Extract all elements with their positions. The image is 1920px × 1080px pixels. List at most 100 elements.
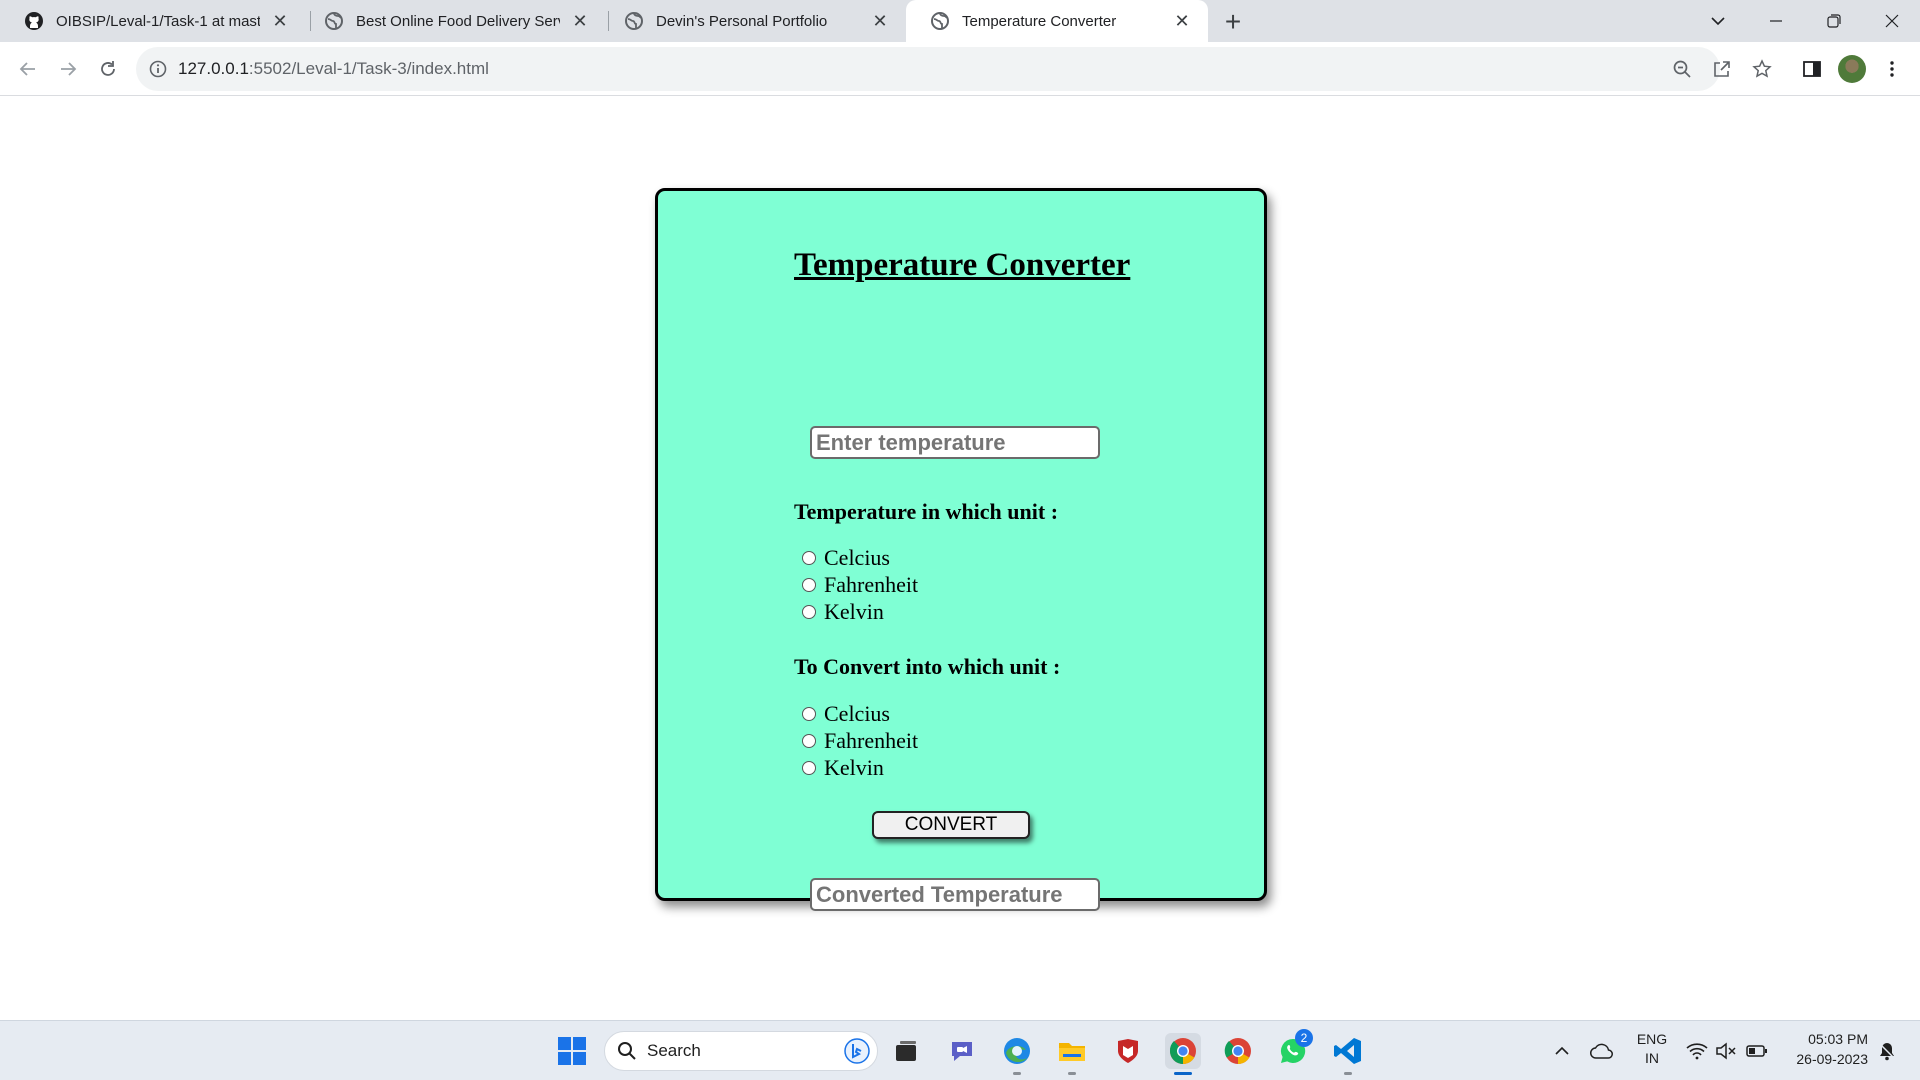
from-unit-option[interactable]: Fahrenheit [794, 572, 918, 598]
forward-button[interactable] [52, 53, 84, 85]
language-indicator[interactable]: ENG IN [1632, 1031, 1672, 1067]
radio-button[interactable] [802, 578, 816, 592]
tab-title: OIBSIP/Leval-1/Task-1 at master [56, 12, 260, 30]
radio-button[interactable] [802, 707, 816, 721]
bell-snooze-icon [1878, 1042, 1896, 1061]
cloud-icon [1590, 1043, 1613, 1059]
chrome-profile-button[interactable] [1220, 1033, 1256, 1069]
radio-label: Celcius [824, 701, 890, 726]
url-text: 127.0.0.1:5502/Leval-1/Task-3/index.html [178, 59, 489, 79]
whatsapp-button[interactable]: 2 [1275, 1029, 1313, 1069]
restore-button[interactable] [1806, 0, 1862, 42]
bing-icon[interactable] [843, 1037, 871, 1065]
close-tab-icon[interactable]: ✕ [268, 9, 292, 33]
tab-title: Temperature Converter [962, 12, 1117, 30]
side-panel-button[interactable] [1798, 55, 1826, 83]
to-unit-option[interactable]: Celcius [794, 701, 890, 727]
clock[interactable]: 05:03 PM 26-09-2023 [1782, 1031, 1868, 1067]
radio-label: Celcius [824, 545, 890, 570]
tab-github[interactable]: OIBSIP/Leval-1/Task-1 at master ✕ [0, 0, 306, 42]
clock-time: 05:03 PM [1808, 1031, 1868, 1047]
search-label: Search [647, 1041, 701, 1060]
taskbar-search[interactable]: Search [604, 1031, 878, 1071]
reload-button[interactable] [92, 53, 124, 85]
task-view-button[interactable] [888, 1033, 924, 1069]
zoom-out-icon [1673, 60, 1691, 78]
radio-label: Kelvin [824, 755, 884, 780]
battery-icon [1746, 1045, 1767, 1057]
radio-label: Fahrenheit [824, 572, 919, 597]
tab-temperature-converter[interactable]: Temperature Converter ✕ [906, 0, 1208, 42]
active-indicator [1174, 1072, 1192, 1075]
teams-chat-button[interactable] [944, 1033, 980, 1069]
minimize-icon [1770, 20, 1782, 22]
page-viewport: Temperature Converter Temperature in whi… [0, 97, 1920, 1020]
menu-button[interactable] [1878, 55, 1906, 83]
radio-button[interactable] [802, 605, 816, 619]
converter-card: Temperature Converter Temperature in whi… [655, 188, 1267, 911]
radio-button[interactable] [802, 734, 816, 748]
to-unit-option[interactable]: Fahrenheit [794, 728, 918, 754]
temperature-input[interactable] [810, 426, 1100, 459]
mcafee-button[interactable] [1110, 1033, 1146, 1069]
globe-icon [931, 12, 949, 30]
page-title: Temperature Converter [794, 247, 1131, 283]
info-icon[interactable] [148, 59, 168, 79]
chrome-icon [1224, 1038, 1251, 1065]
from-unit-label: Temperature in which unit : [794, 499, 1059, 524]
radio-button[interactable] [802, 761, 816, 775]
shield-icon [1118, 1039, 1138, 1063]
restore-icon [1827, 14, 1841, 28]
show-hidden-icons-button[interactable] [1550, 1033, 1574, 1069]
from-unit-option[interactable]: Celcius [794, 545, 890, 571]
close-tab-icon[interactable]: ✕ [868, 9, 892, 33]
onedrive-button[interactable] [1588, 1033, 1616, 1069]
file-explorer-button[interactable] [1054, 1033, 1090, 1075]
chrome-button-active[interactable] [1165, 1033, 1201, 1075]
volume-status[interactable] [1714, 1033, 1738, 1069]
notification-badge: 2 [1295, 1029, 1313, 1047]
tab-strip: OIBSIP/Leval-1/Task-1 at master ✕ Best O… [0, 0, 1920, 42]
start-button[interactable] [554, 1033, 590, 1069]
new-tab-button[interactable]: + [1218, 6, 1248, 37]
wifi-status[interactable] [1684, 1033, 1710, 1069]
minimize-button[interactable] [1748, 0, 1804, 42]
close-tab-icon[interactable]: ✕ [1170, 9, 1194, 33]
bookmark-button[interactable] [1748, 55, 1776, 83]
chevron-up-icon [1555, 1046, 1569, 1055]
edge-button[interactable] [999, 1033, 1035, 1075]
search-icon [618, 1042, 636, 1060]
edge-icon [1004, 1038, 1030, 1064]
clock-date: 26-09-2023 [1796, 1051, 1868, 1067]
close-tab-icon[interactable]: ✕ [568, 9, 592, 33]
back-button[interactable] [12, 53, 44, 85]
to-unit-label: To Convert into which unit : [794, 654, 1061, 679]
converted-output-field[interactable] [810, 878, 1100, 911]
close-window-button[interactable] [1864, 0, 1920, 42]
task-view-icon [896, 1041, 916, 1061]
from-unit-option[interactable]: Kelvin [794, 599, 884, 625]
share-button[interactable] [1708, 55, 1736, 83]
tab-search-button[interactable] [1690, 0, 1746, 42]
tab-title: Devin's Personal Portfolio [656, 12, 828, 30]
running-indicator [1013, 1072, 1021, 1075]
radio-label: Kelvin [824, 599, 884, 624]
wifi-icon [1686, 1043, 1708, 1060]
to-unit-option[interactable]: Kelvin [794, 755, 884, 781]
profile-avatar[interactable] [1838, 55, 1866, 83]
address-bar[interactable]: 127.0.0.1:5502/Leval-1/Task-3/index.html [136, 47, 1772, 91]
chat-icon [952, 1042, 972, 1061]
convert-button[interactable]: CONVERT [872, 811, 1030, 839]
chrome-icon [1169, 1038, 1196, 1065]
running-indicator [1344, 1072, 1352, 1075]
tab-food-delivery[interactable]: Best Online Food Delivery Servic ✕ [300, 0, 606, 42]
reload-icon [101, 61, 115, 76]
vscode-button[interactable] [1330, 1033, 1366, 1075]
arrow-right-icon [61, 62, 77, 76]
tab-portfolio[interactable]: Devin's Personal Portfolio ✕ [600, 0, 906, 42]
radio-button[interactable] [802, 551, 816, 565]
zoom-button[interactable] [1668, 55, 1696, 83]
battery-status[interactable] [1744, 1033, 1770, 1069]
more-vertical-icon [1890, 61, 1894, 77]
notifications-button[interactable] [1874, 1033, 1900, 1069]
